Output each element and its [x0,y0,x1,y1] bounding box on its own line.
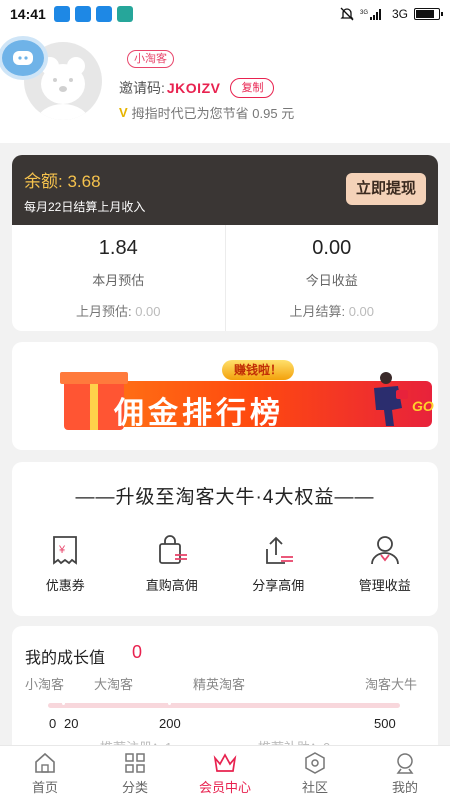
tab-community[interactable]: 社区 [270,746,360,800]
invite-code-row: 邀请码: JKOIZV 复制 [119,78,275,98]
v-icon: V [119,105,128,120]
level-label: 大淘客 [94,677,134,692]
status-time: 14:41 [10,6,46,22]
growth-title: 我的成长值 [25,650,106,667]
home-icon [35,752,55,773]
invite-code: JKOIZV [166,80,221,96]
tab-home[interactable]: 首页 [0,746,90,800]
saved-amount-row: V 拇指时代已为您节省 0.95 元 [119,103,294,122]
app-notification-icon [74,6,91,22]
svg-text:3G: 3G [360,10,368,16]
threshold-label: 0 [49,716,57,731]
go-label: GO [412,398,434,414]
profile-icon [396,753,414,774]
rights-item-coupon[interactable]: ¥ 优惠券 [12,533,119,594]
level-label: 淘客大牛 [365,677,418,692]
threshold-label: 200 [159,716,181,731]
chat-bubble-icon[interactable] [0,36,48,80]
tab-category[interactable]: 分类 [90,746,180,800]
profile-header: 小淘客 邀请码: JKOIZV 复制 V 拇指时代已为您节省 0.95 元 [0,28,450,143]
svg-text:¥: ¥ [58,544,66,556]
category-icon [125,753,145,773]
level-label: 小淘客 [25,677,65,692]
battery-icon [414,8,443,20]
today-income-column: 0.00 今日收益 上月结算: 0.00 [224,225,439,331]
banner-ribbon: 赚钱啦！ [222,360,295,380]
person-icon [370,536,399,565]
tab-mine[interactable]: 我的 [360,746,450,800]
commission-ranking-banner[interactable]: 佣金排行榜 赚钱啦！ GO [12,342,438,450]
today-income-value: 0.00 [312,237,352,259]
rights-item-direct-buy[interactable]: 直购高佣 [119,533,226,594]
scan-notification-icon [116,6,133,22]
month-estimate-label: 本月预估 [92,273,145,288]
mute-icon [340,7,354,21]
share-icon [266,536,294,564]
month-estimate-column: 1.84 本月预估 上月预估: 0.00 [12,225,225,331]
today-income-label: 今日收益 [305,273,358,288]
invite-label: 邀请码: [119,80,165,96]
signal-icon: 3G [360,9,381,20]
message-notification-icon [95,6,112,22]
month-estimate-value: 1.84 [98,237,138,259]
coupon-icon: ¥ [53,536,78,565]
threshold-label: 20 [64,716,79,731]
businessman-icon [374,372,408,426]
network-type: 3G [391,7,408,21]
shopping-bag-icon [158,535,187,564]
bottom-tab-bar: 首页 分类 会员中心 社区 我的 [0,745,450,800]
community-icon [305,752,325,774]
tab-member-center[interactable]: 会员中心 [180,746,270,800]
status-bar: 14:41 3G 3G [0,0,450,28]
app-notification-icon [53,6,70,22]
level-label: 精英淘客 [193,677,246,692]
crown-icon [213,753,237,772]
last-month-settled: 上月结算: 0.00 [289,304,375,319]
saved-text: 拇指时代已为您节省 0.95 元 [131,106,295,121]
growth-value: 0 [132,642,143,662]
balance-panel: 余额: 3.68 每月22日结算上月收入 立即提现 [12,155,438,225]
rights-item-share[interactable]: 分享高佣 [225,533,332,594]
earnings-card: 余额: 3.68 每月22日结算上月收入 立即提现 1.84 本月预估 上月预估… [12,155,438,331]
threshold-label: 500 [374,716,396,731]
growth-progress-bar [48,702,400,708]
member-rights-card: ——升级至淘客大牛·4大权益—— ¥ 优惠券 直购高佣 分享高佣 管理收益 [12,462,438,616]
rights-item-manage-income[interactable]: 管理收益 [332,533,439,594]
banner-title: 佣金排行榜 [114,397,284,430]
copy-button[interactable]: 复制 [230,78,275,98]
rights-title: ——升级至淘客大牛·4大权益—— [75,487,375,508]
last-month-estimate: 上月预估: 0.00 [75,304,161,319]
withdraw-button[interactable]: 立即提现 [345,173,426,205]
member-level-badge: 小淘客 [127,50,174,68]
